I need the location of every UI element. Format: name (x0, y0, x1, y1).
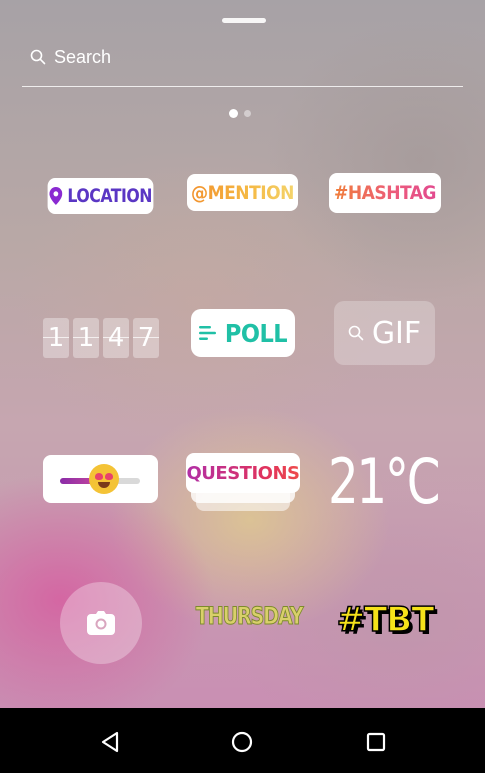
drag-handle[interactable] (222, 18, 266, 23)
poll-lines-icon (198, 326, 216, 340)
poll-sticker[interactable]: POLL (191, 309, 295, 357)
location-label: LOCATION (67, 185, 152, 207)
sticker-tray: Search LOCATION @MENTION #HASHTAG 1 1 4 … (0, 0, 485, 708)
recents-square-icon (366, 732, 386, 752)
android-nav-bar (0, 708, 485, 773)
thursday-sticker[interactable]: THURSDAY (195, 602, 304, 638)
recents-button[interactable] (359, 725, 393, 759)
camera-sticker-button[interactable] (60, 582, 142, 664)
countdown-digit: 1 (73, 318, 99, 358)
questions-card: QUESTIONS (186, 453, 300, 493)
heart-eyes-emoji-icon (89, 464, 119, 494)
mention-sticker[interactable]: @MENTION (187, 174, 298, 211)
search-divider (22, 86, 463, 87)
gif-label: GIF (371, 315, 422, 351)
questions-label: QUESTIONS (186, 462, 300, 484)
emoji-slider-sticker[interactable] (43, 455, 158, 503)
page-indicator (229, 109, 251, 118)
countdown-sticker[interactable]: 1 1 4 7 (43, 318, 159, 358)
mention-label: @MENTION (191, 181, 294, 204)
questions-sticker[interactable]: QUESTIONS (186, 453, 300, 513)
search-placeholder: Search (54, 46, 112, 67)
back-button[interactable] (93, 725, 127, 759)
countdown-digit: 1 (43, 318, 69, 358)
back-triangle-icon (101, 731, 119, 753)
camera-icon (87, 611, 115, 635)
countdown-digit: 7 (133, 318, 159, 358)
page-dot-active (229, 109, 238, 118)
home-circle-icon (231, 731, 253, 753)
search-icon (30, 49, 46, 65)
search-bar[interactable]: Search (30, 44, 111, 70)
countdown-digit: 4 (103, 318, 129, 358)
location-pin-icon (49, 187, 62, 205)
tbt-sticker[interactable]: #TBT (331, 598, 439, 642)
gif-sticker[interactable]: GIF (334, 301, 435, 365)
hashtag-sticker[interactable]: #HASHTAG (329, 173, 441, 213)
page-dot (244, 110, 251, 117)
temperature-sticker[interactable]: 21°C (328, 445, 440, 518)
hashtag-label: #HASHTAG (334, 182, 436, 204)
home-button[interactable] (225, 725, 259, 759)
location-sticker[interactable]: LOCATION (47, 178, 154, 214)
poll-label: POLL (224, 318, 288, 348)
search-icon (348, 325, 364, 341)
